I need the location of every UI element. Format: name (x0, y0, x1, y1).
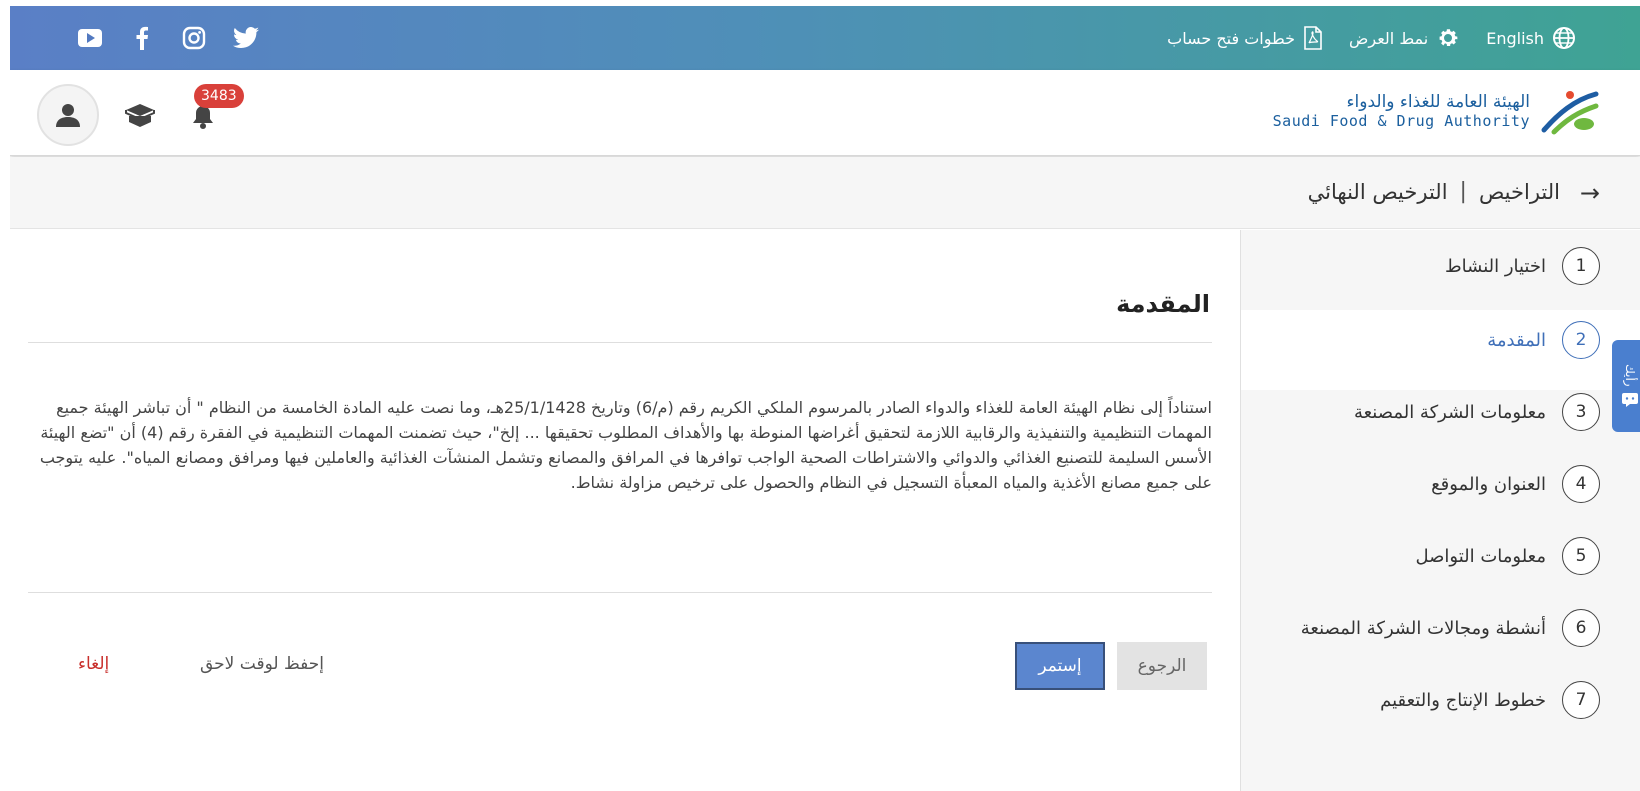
step-number: 3 (1562, 393, 1600, 431)
box-icon (125, 104, 155, 127)
step-label: أنشطة ومجالات الشركة المصنعة (1300, 617, 1546, 639)
divider-top (28, 342, 1212, 343)
step-number: 2 (1562, 321, 1600, 359)
services-button[interactable] (123, 102, 157, 132)
site-header: الهيئة العامة للغذاء والدواء Saudi Food … (10, 70, 1640, 156)
back-button[interactable]: الرجوع (1117, 642, 1207, 690)
step-item[interactable]: 7 خطوط الإنتاج والتعقيم (1380, 680, 1600, 720)
intro-paragraph: استناداً إلى نظام الهيئة العامة للغذاء و… (39, 398, 1212, 492)
save-later-link[interactable]: إحفظ لوقت لاحق (200, 654, 324, 674)
step-item[interactable]: 3 معلومات الشركة المصنعة (1354, 392, 1600, 432)
account-steps-link[interactable]: خطوات فتح حساب (1167, 26, 1323, 50)
step-item[interactable]: 5 معلومات التواصل (1415, 536, 1600, 576)
chat-icon (1622, 393, 1638, 408)
step-number: 5 (1562, 537, 1600, 575)
feedback-label: رأيك (1623, 363, 1637, 387)
app-window: English نمط العرض خطوات فتح حساب الهيئة … (10, 6, 1640, 791)
top-nav: English نمط العرض خطوات فتح حساب (1167, 6, 1576, 70)
language-label: English (1486, 28, 1544, 48)
twitter-icon[interactable] (232, 24, 260, 52)
gear-icon (1439, 29, 1458, 46)
facebook-icon[interactable] (128, 24, 156, 52)
step-item[interactable]: 4 العنوان والموقع (1431, 464, 1600, 504)
user-icon (56, 104, 80, 127)
step-item-active[interactable]: 2 المقدمة (1487, 320, 1600, 360)
user-avatar[interactable] (37, 84, 99, 146)
social-links (76, 24, 260, 52)
notification-badge: 3483 (194, 84, 244, 108)
section-title: المقدمة (1116, 290, 1210, 318)
display-mode-label: نمط العرض (1349, 28, 1429, 48)
step-item[interactable]: 1 اختيار النشاط (1445, 246, 1600, 286)
globe-icon (1553, 27, 1575, 49)
feedback-tab[interactable]: رأيك (1612, 340, 1640, 432)
breadcrumb-current: الترخيص النهائي (1307, 179, 1448, 204)
logo-text: الهيئة العامة للغذاء والدواء Saudi Food … (1273, 92, 1530, 130)
divider-bottom (28, 592, 1212, 593)
back-arrow-icon[interactable]: → (1580, 179, 1600, 207)
main-content: المقدمة استناداً إلى نظام الهيئة العامة … (10, 230, 1240, 791)
cancel-link[interactable]: إلغاء (78, 654, 109, 674)
top-bar: English نمط العرض خطوات فتح حساب (10, 6, 1640, 70)
continue-button[interactable]: إستمر (1015, 642, 1105, 690)
language-switch[interactable]: English (1486, 26, 1576, 50)
notifications-button[interactable] (190, 104, 216, 134)
breadcrumb-separator: | (1459, 179, 1467, 204)
step-label: خطوط الإنتاج والتعقيم (1380, 689, 1546, 711)
step-item[interactable]: 6 أنشطة ومجالات الشركة المصنعة (1301, 608, 1600, 648)
account-steps-label: خطوات فتح حساب (1167, 28, 1296, 48)
breadcrumb-parent[interactable]: التراخيص (1479, 180, 1560, 204)
sfda-logo[interactable]: الهيئة العامة للغذاء والدواء Saudi Food … (1273, 86, 1600, 136)
step-number: 6 (1562, 609, 1600, 647)
display-mode-button[interactable]: نمط العرض (1349, 26, 1460, 50)
breadcrumb-bar: → التراخيص | الترخيص النهائي (10, 157, 1640, 229)
step-number: 7 (1562, 681, 1600, 719)
logo-english: Saudi Food & Drug Authority (1272, 112, 1530, 130)
step-label: اختيار النشاط (1445, 255, 1546, 277)
step-label: العنوان والموقع (1431, 473, 1546, 495)
youtube-icon[interactable] (76, 24, 104, 52)
step-label: معلومات التواصل (1415, 545, 1546, 567)
pdf-icon (1304, 26, 1322, 50)
step-number: 1 (1562, 247, 1600, 285)
logo-arabic: الهيئة العامة للغذاء والدواء (1346, 92, 1530, 112)
breadcrumb: التراخيص | الترخيص النهائي (1308, 179, 1560, 204)
step-label: المقدمة (1487, 329, 1546, 351)
steps-sidebar: 1 اختيار النشاط 2 المقدمة 3 معلومات الشر… (1240, 230, 1640, 791)
step-label: معلومات الشركة المصنعة (1353, 401, 1546, 423)
sfda-emblem-icon (1541, 91, 1599, 135)
instagram-icon[interactable] (180, 24, 208, 52)
step-number: 4 (1562, 465, 1600, 503)
